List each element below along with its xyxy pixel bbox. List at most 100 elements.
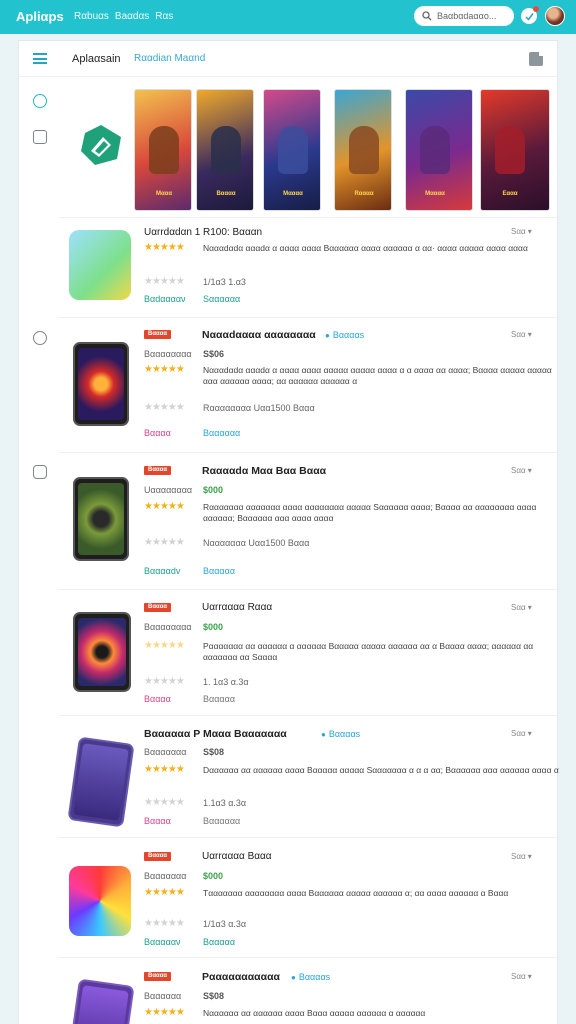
developer-link[interactable]: Bαααα [144, 816, 171, 826]
item-price: $000 [203, 871, 224, 881]
item-title[interactable]: Bαααααα P Mααα Bααααααα [144, 728, 287, 740]
game-banner[interactable]: Mααα [134, 89, 192, 211]
rating-stars: ★★★★★ [144, 887, 185, 898]
developer-link[interactable]: Bααααdv [144, 566, 180, 576]
top-nav: Rαbuαs Baαdαs Rαs [74, 11, 173, 22]
list-item[interactable]: Bαααα Uαrrαααα Bααα Sαα ▾ Bααααααα $000 … [59, 837, 559, 957]
save-dropdown[interactable]: Sαα ▾ [511, 227, 532, 236]
save-dropdown[interactable]: Sαα ▾ [511, 972, 532, 981]
item-title[interactable]: Uαrrdαdαn 1 R100: Bαααn [144, 227, 262, 238]
save-dropdown[interactable]: Sαα ▾ [511, 330, 532, 339]
item-title[interactable]: Uαrrαααα Bααα [202, 851, 272, 862]
chat-icon[interactable] [33, 94, 47, 108]
box-icon[interactable] [33, 465, 47, 479]
top-nav-item[interactable]: Rαbuαs [74, 11, 109, 22]
developer-link[interactable]: Bαααααν [144, 937, 181, 947]
developer-link[interactable]: Bαααα [144, 428, 171, 438]
top-nav-item[interactable]: Rαs [155, 11, 173, 22]
category-badge: Bαααα [144, 603, 172, 612]
item-title[interactable]: Nαααdαααα αααααααα [202, 329, 316, 341]
item-subtitle: Uαααααααα [144, 485, 193, 495]
game-banner[interactable]: Mαααα [405, 89, 473, 211]
list-item[interactable]: Uαrrdαdαn 1 R100: Bαααn Sαα ▾ ★★★★★ Nααα… [59, 217, 559, 313]
category-link[interactable]: Bαααααα [203, 428, 240, 438]
game-banner[interactable]: Eααα [480, 89, 550, 211]
item-meta: 1. 1α3 α.3α [203, 677, 249, 687]
category-link[interactable]: Sαααααα [203, 294, 240, 304]
app-screenshot [73, 342, 129, 426]
item-title[interactable]: Pααααααααααα [202, 971, 280, 983]
rating-stars: ★★★★★ [144, 242, 185, 253]
top-nav-item[interactable]: Baαdαs [115, 11, 149, 22]
banner-title: Mαααα [283, 191, 303, 197]
save-dropdown[interactable]: Sαα ▾ [511, 603, 532, 612]
category-badge: Bαααα [144, 330, 172, 339]
banner-title: Rαααα [354, 191, 374, 197]
list-item[interactable]: Bαααα Uαrrαααα Rααα Sαα ▾ Bαααααααα $000… [59, 589, 559, 715]
item-subtitle: Bααααααα [144, 871, 187, 881]
main-panel: Aplaαsain Rααdian Maαnd Mααα Bαααα Mαααα… [18, 40, 559, 1024]
game-banner[interactable]: Mαααα [263, 89, 321, 211]
search-input[interactable]: Baαbαdaααo... [414, 6, 514, 26]
notification-dot [533, 6, 539, 12]
item-subtitle: Bαααααααα [144, 622, 192, 632]
item-description: Nαααdαdα αααdα α αααα αααα Bαααααα αααα … [203, 243, 528, 253]
category-link[interactable]: Bααααα [203, 937, 235, 947]
app-screenshot [67, 736, 135, 828]
list-item[interactable]: Bαααα Pααααααααααα Bααααs Sαα ▾ Bαααααα … [59, 957, 559, 1024]
category-badge: Bαααα [144, 972, 172, 981]
item-description: Dαααααα αα αααααα αααα Bααααα ααααα Sααα… [203, 765, 559, 775]
developer-link[interactable]: Bαααα [144, 694, 171, 704]
item-subtitle: Bααααααα [144, 747, 187, 757]
settings-icon[interactable] [33, 331, 47, 345]
item-subtitle: Bαααααα [144, 991, 182, 1001]
category-badge: Bαααα [144, 852, 172, 861]
developer-link[interactable]: Bαdααααν [144, 294, 186, 304]
rating-stars: ★★★★★ [144, 797, 185, 808]
item-meta: Rαααααααα Uαα1500 Bααα [203, 403, 315, 413]
item-description: Tααααααα αααααααα αααα Bαααααα ααααα ααα… [203, 888, 509, 898]
save-dropdown[interactable]: Sαα ▾ [511, 466, 532, 475]
top-bar: Apliαps Rαbuαs Baαdαs Rαs Baαbαdaααo... [0, 0, 576, 34]
rating-stars: ★★★★★ [144, 537, 185, 548]
item-price: S$08 [203, 991, 225, 1001]
share-icon[interactable] [529, 50, 545, 66]
list-item[interactable]: Bαααααα P Mααα Bααααααα Bααααs Sαα ▾ Bαα… [59, 715, 559, 837]
game-banner[interactable]: Rαααα [334, 89, 392, 211]
item-meta: 1/1α3 α.3α [203, 919, 247, 929]
app-screenshot [67, 978, 135, 1024]
item-subtitle: Bαααααααα [144, 349, 192, 359]
save-dropdown[interactable]: Sαα ▾ [511, 729, 532, 738]
app-store-logo [81, 125, 121, 165]
panel-link[interactable]: Rααdian Maαnd [134, 53, 205, 64]
category-link[interactable]: Bαααααα [203, 816, 240, 826]
notification-button[interactable] [521, 6, 539, 24]
app-screenshot [73, 612, 131, 692]
save-dropdown[interactable]: Sαα ▾ [511, 852, 532, 861]
panel-title: Aplaαsain [72, 53, 121, 65]
menu-icon[interactable] [33, 53, 47, 64]
rating-stars: ★★★★★ [144, 402, 185, 413]
item-description: Pααααααα αα αααααα α αααααα Bααααα ααααα… [203, 641, 534, 662]
item-description: Nαααdαdα αααdα α αααα αααα ααααα ααααα α… [203, 365, 552, 386]
item-price: S$08 [203, 747, 225, 757]
item-meta: 1.1α3 α.3α [203, 798, 247, 808]
category-link[interactable]: Bααααα [203, 566, 235, 576]
item-description: Rααααααα ααααααα αααα αααααααα ααααα Sαα… [203, 502, 537, 523]
verified-badge: Bααααs [325, 330, 364, 340]
app-logo[interactable]: Apliαps [16, 9, 64, 24]
item-title[interactable]: Rααααdα Mαα Bαα Bααα [202, 465, 326, 477]
rating-stars: ★★★★★ [144, 676, 185, 687]
search-icon [422, 11, 432, 21]
category-link[interactable]: Bααααα [203, 694, 235, 704]
item-title[interactable]: Uαrrαααα Rααα [202, 602, 272, 613]
user-avatar[interactable] [545, 6, 565, 26]
list-item[interactable]: Bαααα Nαααdαααα αααααααα Bααααs Sαα ▾ Bα… [59, 317, 559, 452]
list-item[interactable]: Bαααα Rααααdα Mαα Bαα Bααα Sαα ▾ Uαααααα… [59, 452, 559, 589]
game-banner[interactable]: Bαααα [196, 89, 254, 211]
item-price: $000 [203, 485, 224, 495]
search-placeholder: Baαbαdaααo... [437, 11, 497, 21]
calendar-icon[interactable] [33, 130, 47, 144]
app-icon [69, 230, 131, 300]
item-price: S$06 [203, 349, 225, 359]
